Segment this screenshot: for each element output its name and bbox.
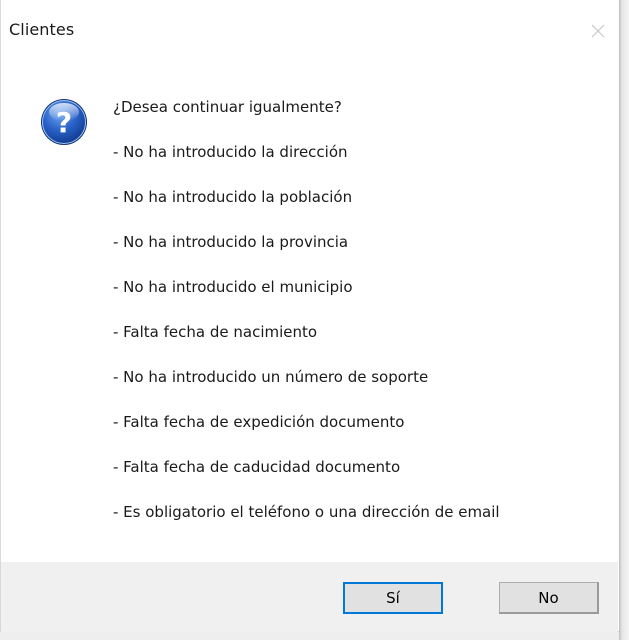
window-edge-shadow xyxy=(619,0,629,640)
button-bar: Sí No xyxy=(1,562,618,632)
message-line: - No ha introducido el municipio xyxy=(113,278,353,296)
close-icon xyxy=(591,24,605,38)
yes-button[interactable]: Sí xyxy=(343,582,443,614)
message-line: - No ha introducido la provincia xyxy=(113,233,349,251)
close-button[interactable] xyxy=(585,18,611,44)
window-bottom-edge xyxy=(0,632,619,640)
question-text: ¿Desea continuar igualmente? xyxy=(113,98,342,116)
title-bar: Clientes xyxy=(1,0,618,64)
message-line: - Falta fecha de nacimiento xyxy=(113,323,318,341)
no-button[interactable]: No xyxy=(499,582,599,614)
message-dialog: Clientes ? ¿Desea continuar igualmente? … xyxy=(0,0,619,632)
question-icon: ? xyxy=(41,99,87,145)
message-line: - Falta fecha de expedición documento xyxy=(113,413,405,431)
window-title: Clientes xyxy=(9,20,75,39)
svg-text:?: ? xyxy=(56,106,72,139)
message-line: - No ha introducido la población xyxy=(113,188,353,206)
message-line: - No ha introducido un número de soporte xyxy=(113,368,429,386)
dialog-content: ? ¿Desea continuar igualmente? - No ha i… xyxy=(1,64,618,562)
message-line: - Falta fecha de caducidad documento xyxy=(113,458,401,476)
message-line: - No ha introducido la dirección xyxy=(113,143,348,161)
message-line: - Es obligatorio el teléfono o una direc… xyxy=(113,503,500,521)
